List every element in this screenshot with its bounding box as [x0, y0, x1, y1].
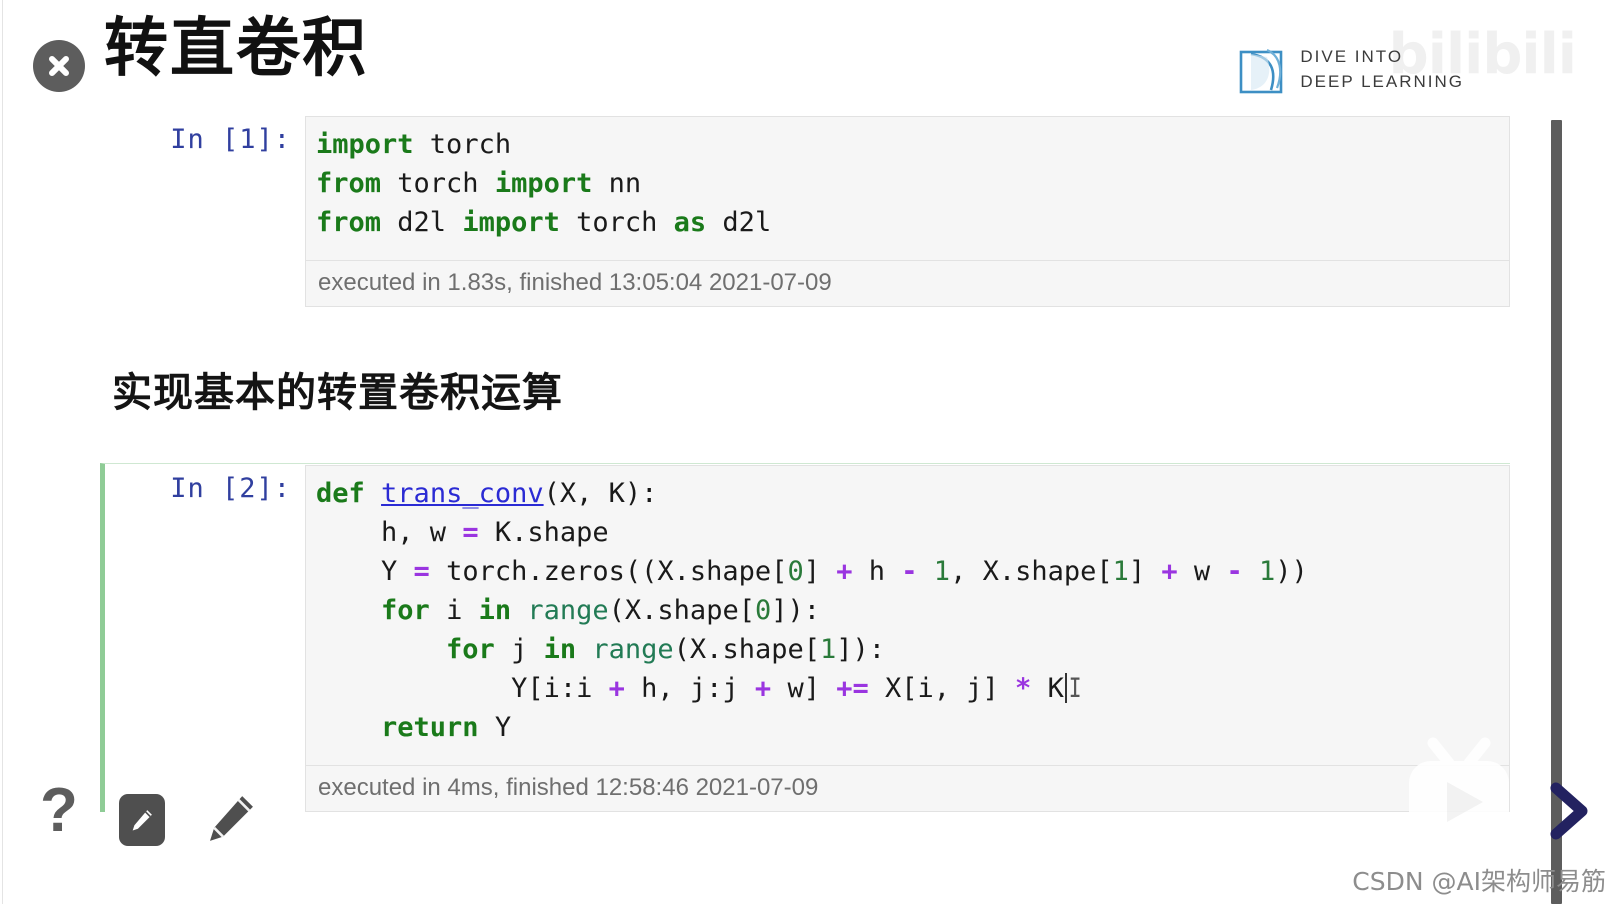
help-icon[interactable]: ?	[40, 780, 78, 842]
text-caret	[1064, 673, 1067, 703]
cell-1-body[interactable]: import torch from torch import nn from d…	[305, 116, 1510, 307]
pencil-icon[interactable]	[203, 790, 259, 846]
pencil-square-icon[interactable]	[119, 794, 165, 846]
notebook-area: In [1]: import torch from torch import n…	[0, 0, 1616, 904]
cell-1-code-area[interactable]: import torch from torch import nn from d…	[306, 117, 1509, 260]
bilibili-play-icon[interactable]	[1397, 737, 1521, 849]
cell-1-code[interactable]: import torch from torch import nn from d…	[316, 125, 1499, 242]
cell-2-code[interactable]: def trans_conv(X, K): h, w = K.shape Y =…	[316, 474, 1499, 747]
notebook-cell-2[interactable]: In [2]: def trans_conv(X, K): h, w = K.s…	[100, 463, 1510, 812]
cell-1-prompt: In [1]:	[170, 124, 291, 155]
markdown-heading: 实现基本的转置卷积运算	[112, 370, 563, 416]
cell-row: In [1]: import torch from torch import n…	[100, 116, 1510, 307]
ibeam-cursor: I	[1068, 673, 1082, 704]
cell-1-exec-info: executed in 1.83s, finished 13:05:04 202…	[306, 260, 1509, 306]
cell-2-exec-info: executed in 4ms, finished 12:58:46 2021-…	[306, 765, 1509, 811]
csdn-watermark: CSDN @AI架构师易筋	[1352, 867, 1606, 896]
notebook-cell-1[interactable]: In [1]: import torch from torch import n…	[100, 116, 1510, 307]
pencil-icon	[132, 810, 152, 831]
cell-2-code-area[interactable]: def trans_conv(X, K): h, w = K.shape Y =…	[306, 466, 1509, 765]
cell-row: In [2]: def trans_conv(X, K): h, w = K.s…	[105, 465, 1510, 812]
chevron-right-icon[interactable]	[1542, 780, 1596, 842]
cell-2-prompt: In [2]:	[170, 473, 291, 504]
cell-2-body[interactable]: def trans_conv(X, K): h, w = K.shape Y =…	[305, 465, 1510, 812]
